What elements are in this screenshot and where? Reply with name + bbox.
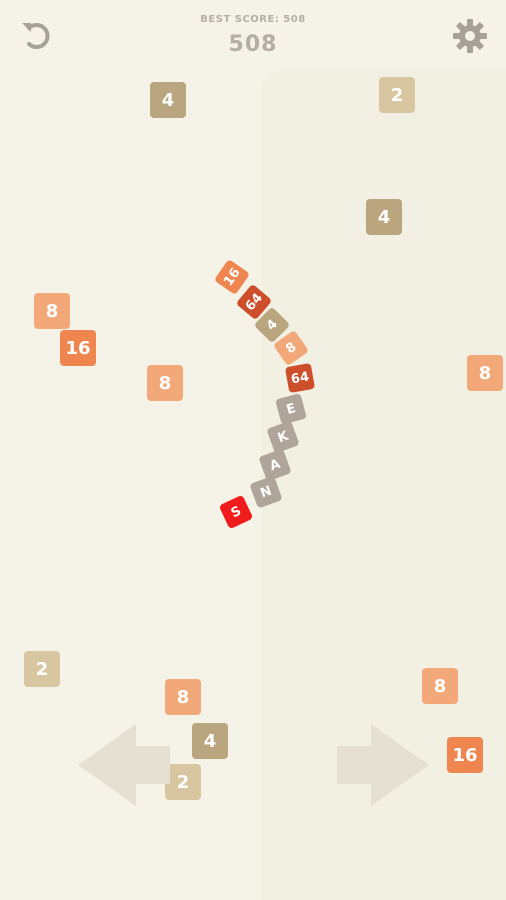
number-tile: 8 [165, 679, 201, 715]
current-score: 508 [228, 32, 278, 57]
arrow-left-icon[interactable] [78, 724, 170, 806]
number-tile: 16 [60, 330, 96, 366]
number-tile: 8 [467, 355, 503, 391]
best-score-label: BEST SCORE: 508 [200, 14, 306, 25]
arrow-right-icon[interactable] [337, 724, 429, 806]
number-tile: 4 [366, 199, 402, 235]
number-tile: 8 [422, 668, 458, 704]
number-tile: 4 [150, 82, 186, 118]
snake-segment: 16 [213, 258, 251, 296]
number-tile: 16 [447, 737, 483, 773]
number-tile: 2 [379, 77, 415, 113]
snake-segment: 64 [284, 362, 316, 394]
number-tile: 2 [165, 764, 201, 800]
number-tile: 4 [192, 723, 228, 759]
number-tile: 8 [34, 293, 70, 329]
gear-icon[interactable] [450, 16, 490, 56]
snake-head: S [218, 494, 254, 530]
number-tile: 2 [24, 651, 60, 687]
number-tile: 8 [147, 365, 183, 401]
